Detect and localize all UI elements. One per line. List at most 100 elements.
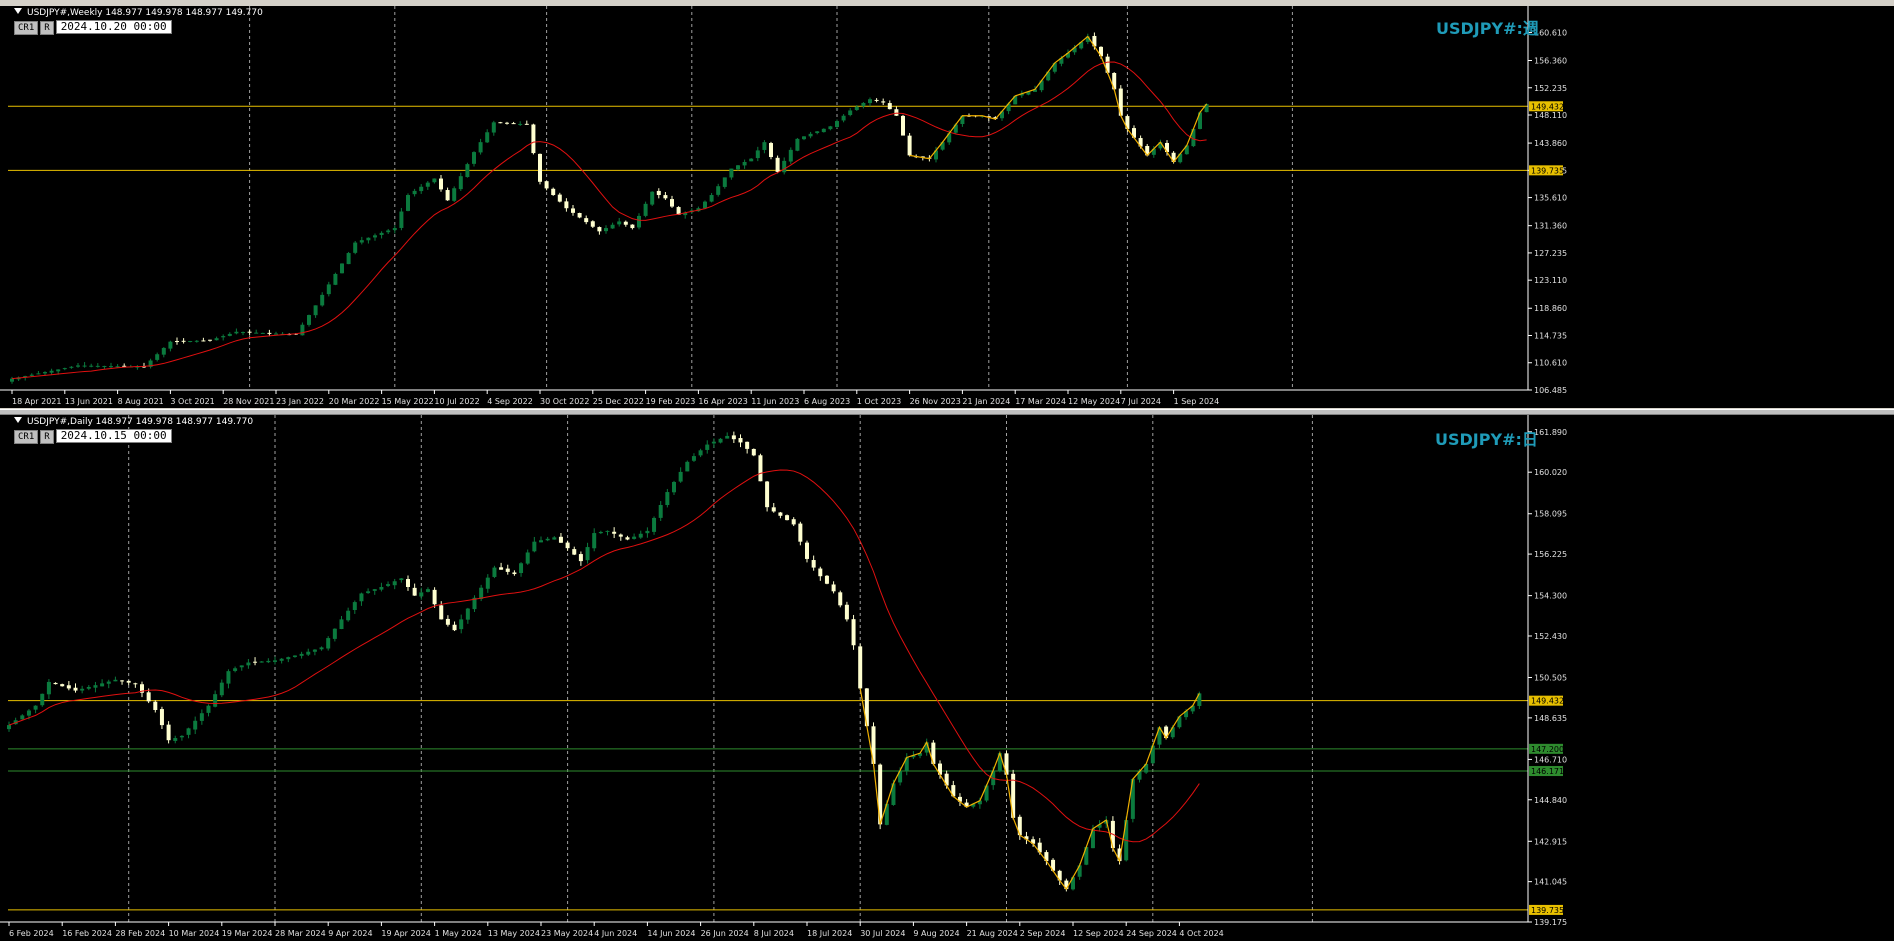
candle-body <box>20 715 25 720</box>
level-price-label: 139.735 <box>1531 906 1564 915</box>
candle-body <box>552 537 557 540</box>
weekly-chart-pane[interactable]: 160.610 156.360 152.235 148.110 143.860 139.7… <box>0 6 1894 408</box>
candle-body <box>115 366 120 368</box>
candle-body <box>175 341 179 343</box>
time-tick-label: 10 Jul 2022 <box>434 397 479 406</box>
price-tick-label: 160.610 <box>1534 28 1567 37</box>
time-tick-label: 7 Jul 2024 <box>1121 397 1161 406</box>
candle-body <box>465 164 470 178</box>
candle-body <box>186 728 191 735</box>
candle-body <box>166 724 171 741</box>
price-tick-label: 118.860 <box>1534 304 1567 313</box>
candle-body <box>312 649 317 652</box>
candle-body <box>439 178 443 190</box>
candle-body <box>419 592 424 597</box>
candle-body <box>643 203 648 216</box>
time-tick-label: 16 Feb 2024 <box>62 929 112 938</box>
moving-average-line <box>8 469 1200 843</box>
daily-header-text: USDJPY#,Daily 148.977 149.978 148.977 14… <box>27 417 254 427</box>
candle-body <box>69 366 74 368</box>
candle-body <box>725 435 730 439</box>
daily-r-label[interactable]: R <box>40 430 54 444</box>
candle-body <box>798 523 803 542</box>
candle-body <box>386 230 391 233</box>
candle-body <box>652 517 657 532</box>
candle-body <box>459 619 464 630</box>
dropdown-triangle-icon[interactable] <box>14 417 22 423</box>
candle-body <box>625 537 630 540</box>
price-tick-label: 139.175 <box>1534 918 1567 927</box>
price-tick-label: 156.360 <box>1534 57 1567 66</box>
candle-body <box>43 372 47 374</box>
time-tick-label: 6 Feb 2024 <box>9 929 54 938</box>
time-tick-label: 30 Jul 2024 <box>860 929 905 938</box>
daily-chart-header: USDJPY#,Daily 148.977 149.978 148.977 14… <box>14 417 253 427</box>
price-tick-label: 148.635 <box>1534 714 1567 723</box>
time-tick-label: 21 Aug 2024 <box>967 929 1018 938</box>
price-tick-label: 154.300 <box>1534 592 1567 601</box>
price-axis: 161.890 160.020 158.095 156.225 154.300 152.4… <box>1527 415 1567 927</box>
candle-body <box>499 567 504 570</box>
price-tick-label: 143.860 <box>1534 139 1567 148</box>
candle-body <box>887 103 892 110</box>
weekly-chart-svg[interactable]: 160.610 156.360 152.235 148.110 143.860 139.7… <box>0 6 1894 408</box>
candle-body <box>386 584 391 586</box>
candle-body <box>161 347 166 355</box>
candle-body <box>193 720 198 730</box>
time-tick-label: 23 Jan 2022 <box>276 397 324 406</box>
candle-body <box>632 536 637 539</box>
time-tick-label: 21 Jan 2024 <box>962 397 1010 406</box>
candle-body <box>604 228 608 232</box>
grid-lines <box>128 415 1313 922</box>
candle-body <box>848 110 853 116</box>
candle-body <box>824 575 829 584</box>
price-tick-label: 106.485 <box>1534 386 1567 395</box>
daily-crosshair-badge: CR1 R 2024.10.15 00:00 <box>14 429 174 444</box>
candle-body <box>181 340 186 342</box>
candle-body <box>745 441 750 449</box>
candle-body <box>392 228 397 231</box>
candle-body <box>373 235 377 238</box>
candle-body <box>36 373 41 375</box>
candle-body <box>53 682 58 685</box>
candle-body <box>788 149 793 162</box>
time-tick-label: 28 Nov 2021 <box>223 397 274 406</box>
candle-body <box>524 123 529 125</box>
candle-body <box>749 158 754 162</box>
candle-body <box>722 177 727 187</box>
candle-body <box>670 199 674 207</box>
candle-body <box>29 374 34 376</box>
candle-body <box>539 540 543 543</box>
candle-body <box>412 190 417 195</box>
candle-body <box>73 687 78 691</box>
time-tick-label: 11 Jun 2023 <box>751 397 799 406</box>
candle-body <box>419 186 424 192</box>
candle-body <box>273 660 277 662</box>
weekly-cr-label[interactable]: CR1 <box>14 21 39 35</box>
candle-body <box>765 481 770 508</box>
candle-body <box>126 680 131 683</box>
candle-body <box>672 481 676 493</box>
candle-body <box>412 587 417 596</box>
candle-body <box>260 332 265 334</box>
candle-body <box>485 577 490 589</box>
daily-cr-label[interactable]: CR1 <box>14 430 39 444</box>
price-tick-label: 160.020 <box>1534 468 1567 477</box>
daily-chart-svg[interactable]: 161.890 160.020 158.095 156.225 154.300 152.4… <box>0 415 1894 941</box>
candle-body <box>511 123 516 125</box>
weekly-header-text: USDJPY#,Weekly 148.977 149.978 148.977 1… <box>27 8 263 18</box>
candle-body <box>585 547 590 561</box>
candle-body <box>638 533 643 538</box>
weekly-r-label[interactable]: R <box>40 21 54 35</box>
candle-body <box>512 572 517 575</box>
dropdown-triangle-icon[interactable] <box>14 8 22 14</box>
candle-body <box>736 165 740 170</box>
candle-body <box>80 688 85 691</box>
candle-body <box>306 651 311 655</box>
price-tick-label: 144.840 <box>1534 796 1567 805</box>
candle-body <box>778 512 783 516</box>
candle-body <box>49 370 54 373</box>
daily-chart-pane[interactable]: 161.890 160.020 158.095 156.225 154.300 152.4… <box>0 415 1894 941</box>
candle-body <box>445 618 450 625</box>
candle-body <box>571 208 575 213</box>
